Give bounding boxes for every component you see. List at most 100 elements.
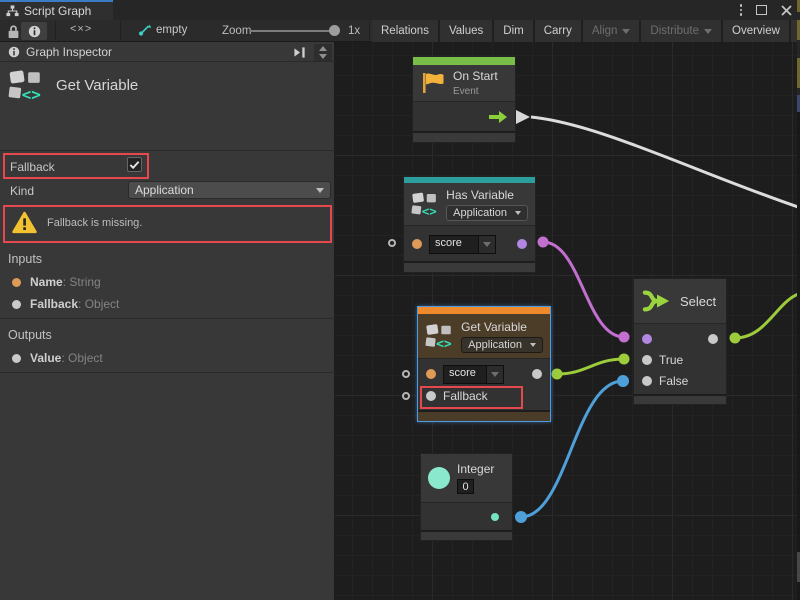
tab-script-graph[interactable]: Script Graph xyxy=(0,0,113,20)
node-on-start[interactable]: On Start Event xyxy=(412,56,516,143)
kind-dropdown[interactable]: Application xyxy=(128,181,331,199)
zoom-slider-track[interactable] xyxy=(250,30,336,32)
integer-header[interactable]: Integer 0 xyxy=(421,454,512,502)
condition-input-port[interactable] xyxy=(642,334,652,344)
dim-button[interactable]: Dim xyxy=(494,20,532,42)
scope-dropdown[interactable]: Application xyxy=(461,337,543,353)
node-subtitle: Event xyxy=(453,86,498,97)
bool-output-port[interactable] xyxy=(517,239,527,249)
variable-name-field[interactable]: score xyxy=(429,235,496,254)
graph-pointer-icon xyxy=(138,23,152,37)
dock-icon[interactable] xyxy=(293,46,307,59)
node-integer[interactable]: Integer 0 xyxy=(420,453,513,541)
name-input-port[interactable] xyxy=(412,239,422,249)
graph-canvas[interactable]: On Start Event <> Has Variable Applicat xyxy=(335,42,800,600)
chevron-down-icon xyxy=(530,343,536,347)
overview-button[interactable]: Overview xyxy=(723,20,789,42)
input-port-name: Name: String xyxy=(12,275,101,289)
values-button[interactable]: Values xyxy=(440,20,492,42)
true-input-port[interactable] xyxy=(642,355,652,365)
chevron-down-icon xyxy=(483,242,491,247)
name-input-port[interactable] xyxy=(426,369,436,379)
variable-colorbar xyxy=(418,307,550,314)
info-icon xyxy=(8,46,20,58)
window-menu-icon[interactable] xyxy=(740,4,743,16)
inspector-toggle-button[interactable] xyxy=(21,22,47,40)
wire-select-output xyxy=(735,293,800,338)
relations-button[interactable]: Relations xyxy=(372,20,438,42)
align-button[interactable]: Align xyxy=(583,20,640,42)
get-variable-footer xyxy=(418,410,550,421)
graph-pointer-label: empty xyxy=(156,24,187,36)
false-port-label: False xyxy=(659,374,688,388)
selection-output-port[interactable] xyxy=(708,334,718,344)
variable-name-dropdown[interactable] xyxy=(487,365,504,384)
node-select[interactable]: Select True False xyxy=(633,278,727,405)
inspector-header[interactable]: Graph Inspector xyxy=(0,42,335,62)
chevron-down-icon xyxy=(704,29,712,34)
get-variable-header[interactable]: <> Get Variable Application xyxy=(418,314,550,358)
variable-name-dropdown[interactable] xyxy=(479,235,496,254)
false-input-port[interactable] xyxy=(642,376,652,386)
graph-toolbar: <×> empty Zoom 1x Relations Values Dim C… xyxy=(0,20,800,42)
toolbar-buttons: Relations Values Dim Carry Align Distrib… xyxy=(372,20,800,42)
tab-title: Script Graph xyxy=(24,4,91,18)
control-output-port[interactable] xyxy=(488,111,508,123)
svg-text:<>: <> xyxy=(422,204,437,218)
select-body: True False xyxy=(634,323,726,394)
true-port-label: True xyxy=(659,353,683,367)
zoom-slider-knob[interactable] xyxy=(329,25,340,36)
warning-icon xyxy=(12,211,37,234)
unconnected-port-ring[interactable] xyxy=(402,392,410,400)
distribute-button[interactable]: Distribute xyxy=(641,20,721,42)
maximize-icon[interactable] xyxy=(756,5,767,15)
fallback-checkbox[interactable] xyxy=(127,157,142,172)
warning-text: Fallback is missing. xyxy=(47,217,142,229)
get-variable-body: score Fallback xyxy=(418,358,550,410)
integer-body xyxy=(421,502,512,530)
variable-node-icon: <> xyxy=(411,190,439,218)
scroll-down-icon[interactable] xyxy=(319,54,327,59)
port-dot-orange xyxy=(12,278,21,287)
integer-footer xyxy=(421,530,512,540)
carry-button[interactable]: Carry xyxy=(535,20,581,42)
has-variable-body: score xyxy=(404,225,535,261)
chevron-down-icon xyxy=(491,372,499,377)
script-graph-icon xyxy=(6,5,19,17)
inspected-node-title: Get Variable xyxy=(56,77,138,94)
graph-pointer-chip[interactable]: empty xyxy=(138,23,187,37)
inputs-title: Inputs xyxy=(8,252,42,266)
chevron-down-icon xyxy=(622,29,630,34)
variable-name-field[interactable]: score xyxy=(443,365,504,384)
scope-dropdown[interactable]: Application xyxy=(446,205,528,221)
value-output-port[interactable] xyxy=(532,369,542,379)
input-port-fallback: Fallback: Object xyxy=(12,297,119,311)
graph-inspector-panel: Graph Inspector <> Get Variable Fallback… xyxy=(0,42,335,600)
node-has-variable[interactable]: <> Has Variable Application score xyxy=(403,176,536,273)
node-title: On Start xyxy=(453,69,498,83)
node-get-variable[interactable]: <> Get Variable Application score xyxy=(417,306,551,422)
variable-node-icon: <> xyxy=(8,68,44,102)
inspected-node-header: <> Get Variable xyxy=(8,68,138,102)
code-view-toggle[interactable]: <×> xyxy=(70,23,92,35)
integer-value-field[interactable]: 0 xyxy=(457,479,474,494)
select-header[interactable]: Select xyxy=(634,279,726,323)
has-variable-header[interactable]: <> Has Variable Application xyxy=(404,183,535,225)
unconnected-port-ring[interactable] xyxy=(388,239,396,247)
check-icon xyxy=(129,160,140,170)
select-icon xyxy=(641,287,673,315)
wire-get-variable-true xyxy=(557,359,624,374)
kind-label: Kind xyxy=(10,184,34,198)
control-connector-arrow xyxy=(516,110,530,124)
close-icon[interactable] xyxy=(781,5,792,16)
integer-output-port[interactable] xyxy=(491,513,499,521)
unconnected-port-ring[interactable] xyxy=(402,370,410,378)
kind-value: Application xyxy=(135,183,194,197)
lock-icon[interactable] xyxy=(7,24,20,39)
port-dot-gray xyxy=(12,354,21,363)
node-title: Integer xyxy=(457,462,494,476)
on-start-header[interactable]: On Start Event xyxy=(413,65,515,101)
zoom-value: 1x xyxy=(348,25,360,37)
inspector-scroll-arrows[interactable] xyxy=(314,44,332,61)
scroll-up-icon[interactable] xyxy=(319,46,327,51)
